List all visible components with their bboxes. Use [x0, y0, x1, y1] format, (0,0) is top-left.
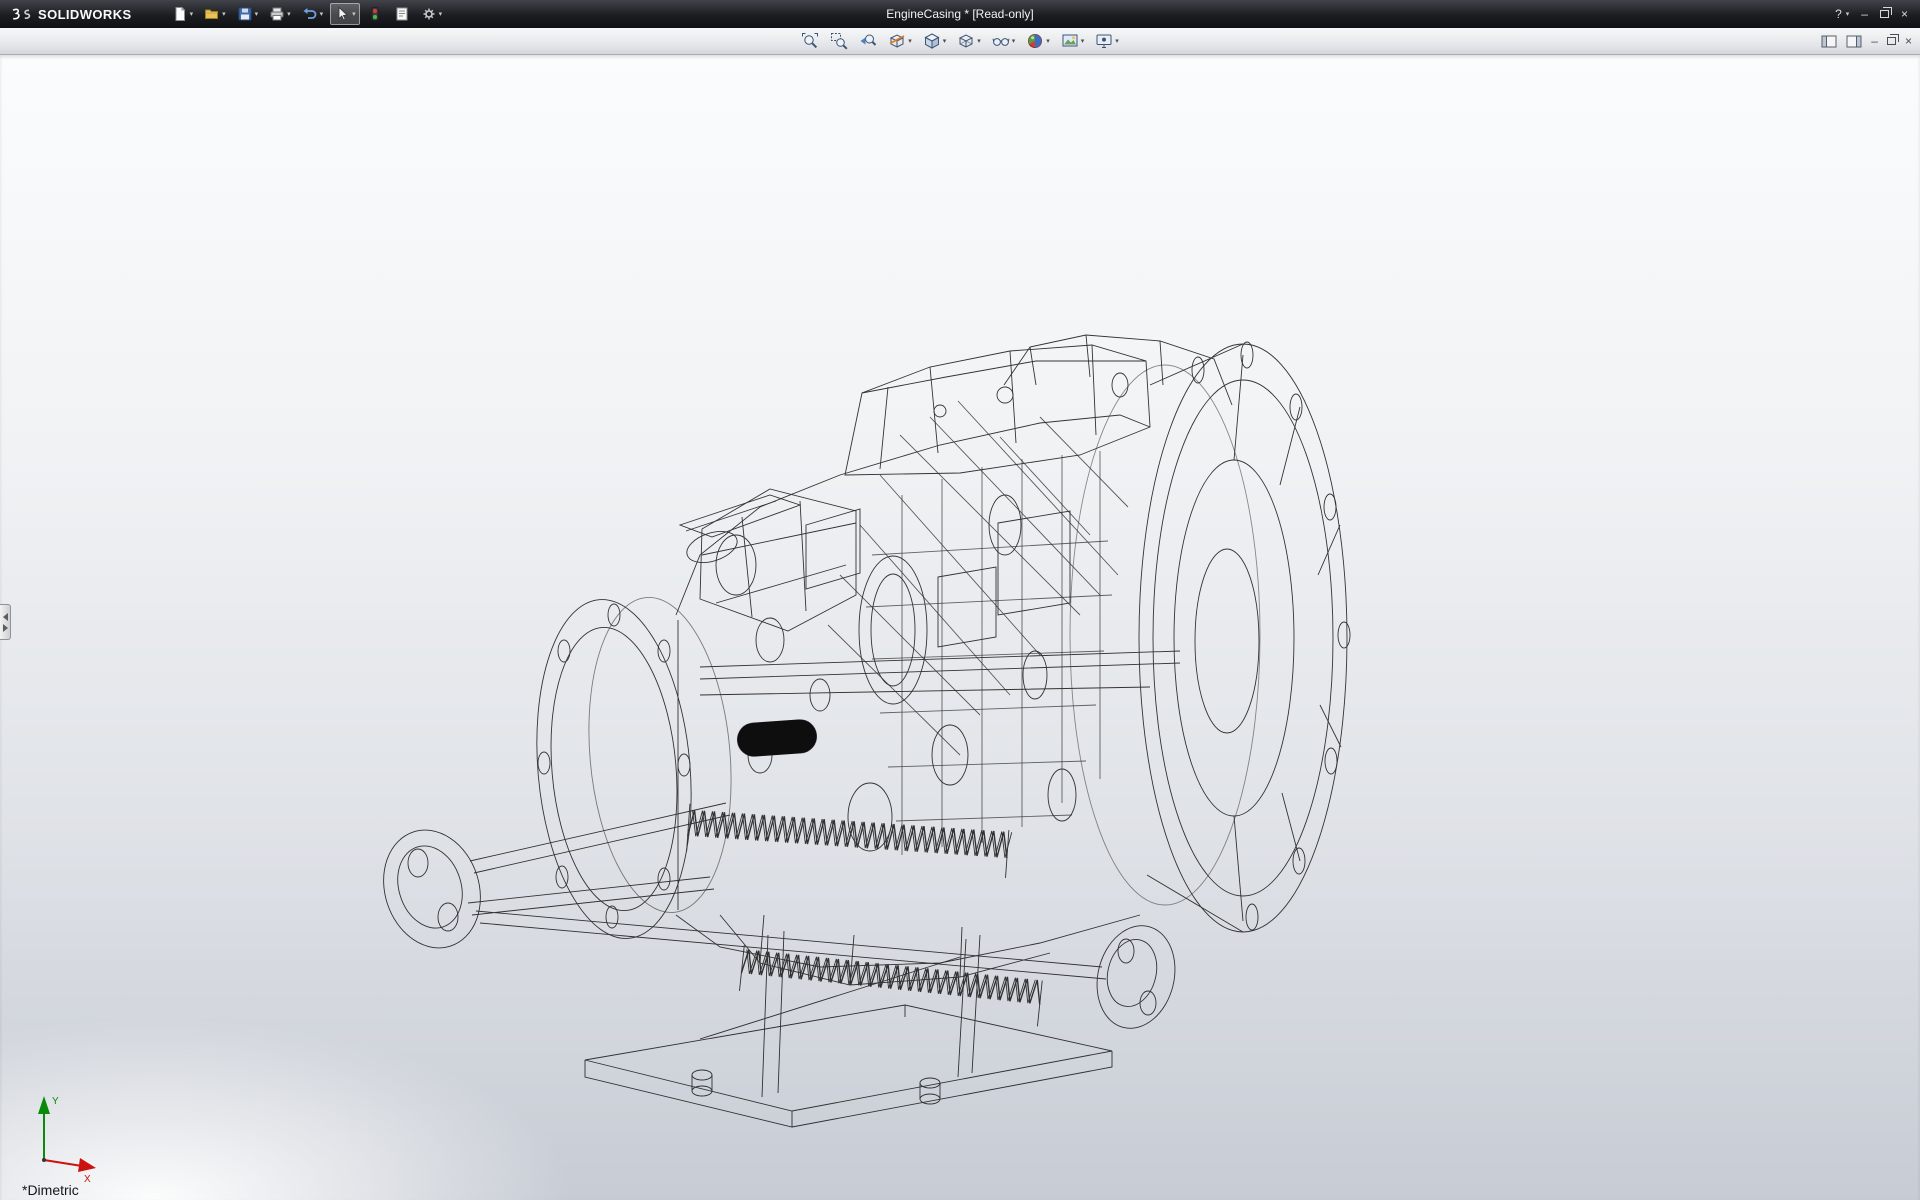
- wireframe-model[interactable]: [0, 55, 1920, 1200]
- zoom-to-fit-button[interactable]: [799, 31, 821, 51]
- new-document-button[interactable]: ▾: [168, 3, 198, 25]
- close-icon: ×: [1905, 34, 1912, 48]
- new-document-icon: [172, 6, 188, 22]
- close-icon: ×: [1901, 7, 1908, 21]
- hidden-panel-expand-tab[interactable]: [0, 604, 11, 640]
- undo-icon: [302, 6, 318, 22]
- brand-name: SOLIDWORKS: [38, 7, 132, 22]
- section-view-icon: [888, 32, 906, 50]
- apply-scene-icon: [1061, 32, 1079, 50]
- display-pane-button[interactable]: [1846, 35, 1862, 48]
- window-controls: ? ▾ – ×: [1835, 7, 1920, 21]
- minimize-icon: –: [1861, 7, 1868, 21]
- hide-show-items-button[interactable]: ▾: [990, 31, 1018, 51]
- save-button[interactable]: ▾: [233, 3, 263, 25]
- undo-button[interactable]: ▾: [298, 3, 328, 25]
- chevron-down-icon: ▾: [977, 38, 981, 45]
- close-button[interactable]: ×: [1901, 7, 1908, 21]
- zoom-to-area-icon: [830, 32, 848, 50]
- chevron-down-icon: ▾: [190, 11, 194, 18]
- chevron-down-icon: ▾: [255, 11, 259, 18]
- dassault-3ds-logo-icon: [10, 7, 32, 22]
- standard-toolbar: ▾ ▾ ▾ ▾: [168, 3, 447, 25]
- view-orientation-button[interactable]: ▾: [921, 31, 949, 51]
- brand: SOLIDWORKS: [0, 7, 132, 22]
- chevron-down-icon: ▾: [222, 11, 226, 18]
- solidworks-window: SOLIDWORKS ▾ ▾ ▾: [0, 0, 1920, 1200]
- chevron-down-icon: ▾: [352, 11, 356, 18]
- previous-view-button[interactable]: [857, 31, 879, 51]
- section-view-button[interactable]: ▾: [886, 31, 914, 51]
- view-settings-icon: [1095, 32, 1113, 50]
- options-button[interactable]: ▾: [417, 3, 447, 25]
- headsup-toolbar-row: ▾ ▾ ▾ ▾: [0, 28, 1920, 55]
- chevron-down-icon: ▾: [943, 38, 947, 45]
- restore-button[interactable]: [1880, 10, 1889, 18]
- select-cursor-icon: [334, 6, 350, 22]
- file-properties-icon: [394, 6, 410, 22]
- open-button[interactable]: ▾: [200, 3, 230, 25]
- apply-scene-button[interactable]: ▾: [1059, 31, 1087, 51]
- triad-x-label: X: [84, 1174, 91, 1184]
- orientation-triad: Y X: [10, 1088, 102, 1184]
- help-button[interactable]: ? ▾: [1835, 7, 1849, 21]
- view-orientation-label: *Dimetric: [22, 1182, 79, 1198]
- titlebar[interactable]: SOLIDWORKS ▾ ▾ ▾: [0, 0, 1920, 28]
- chevron-down-icon: ▾: [1012, 38, 1016, 45]
- chevron-down-icon: ▾: [1846, 11, 1850, 18]
- chevron-left-icon: [3, 613, 8, 621]
- rebuild-traffic-light-icon: [367, 6, 383, 22]
- restore-icon: [1887, 37, 1896, 45]
- minimize-icon: –: [1871, 34, 1878, 48]
- headsup-toolbar: ▾ ▾ ▾ ▾: [799, 31, 1121, 51]
- triad-y-label: Y: [52, 1096, 59, 1107]
- minimize-document-button[interactable]: –: [1871, 34, 1878, 48]
- print-icon: [269, 6, 285, 22]
- rebuild-button[interactable]: [363, 3, 387, 25]
- graphics-viewport[interactable]: Y X *Dimetric: [0, 55, 1920, 1200]
- help-label: ?: [1835, 7, 1842, 21]
- edit-appearance-button[interactable]: ▾: [1024, 31, 1052, 51]
- featuremanager-pane-icon: [1821, 35, 1837, 48]
- chevron-down-icon: ▾: [1115, 38, 1119, 45]
- display-pane-icon: [1846, 35, 1862, 48]
- previous-view-icon: [859, 32, 877, 50]
- chevron-down-icon: ▾: [908, 38, 912, 45]
- display-style-wireframe-icon: [957, 32, 975, 50]
- chevron-down-icon: ▾: [1081, 38, 1085, 45]
- featuremanager-pane-button[interactable]: [1821, 35, 1837, 48]
- restore-icon: [1880, 10, 1889, 18]
- restore-document-button[interactable]: [1887, 37, 1896, 45]
- open-folder-icon: [204, 6, 220, 22]
- zoom-to-fit-icon: [801, 32, 819, 50]
- zoom-to-area-button[interactable]: [828, 31, 850, 51]
- display-style-button[interactable]: ▾: [955, 31, 983, 51]
- options-gear-icon: [421, 6, 437, 22]
- print-button[interactable]: ▾: [265, 3, 295, 25]
- chevron-down-icon: ▾: [439, 11, 443, 18]
- minimize-button[interactable]: –: [1861, 7, 1868, 21]
- chevron-down-icon: ▾: [320, 11, 324, 18]
- chevron-right-icon: [3, 624, 8, 632]
- save-icon: [237, 6, 253, 22]
- view-settings-button[interactable]: ▾: [1093, 31, 1121, 51]
- hide-show-glasses-icon: [992, 32, 1010, 50]
- view-orientation-cube-icon: [923, 32, 941, 50]
- edit-appearance-ball-icon: [1026, 32, 1044, 50]
- chevron-down-icon: ▾: [1046, 38, 1050, 45]
- file-properties-button[interactable]: [390, 3, 414, 25]
- chevron-down-icon: ▾: [287, 11, 291, 18]
- document-window-controls: – ×: [1821, 28, 1912, 54]
- close-document-button[interactable]: ×: [1905, 34, 1912, 48]
- select-button[interactable]: ▾: [330, 3, 360, 25]
